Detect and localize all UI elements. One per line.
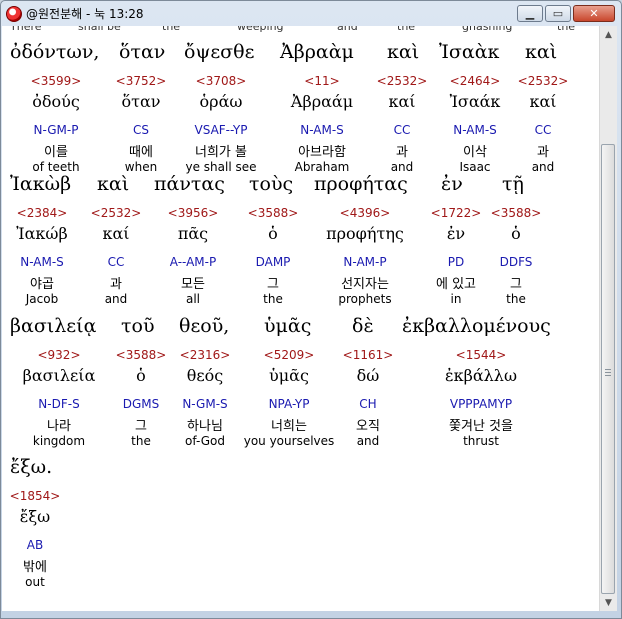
morphology-code[interactable]: VPPPAMYP — [421, 397, 541, 411]
lemma: ὁ — [511, 224, 521, 243]
korean-gloss: 그 — [510, 277, 522, 292]
morphology-code[interactable]: CH — [308, 397, 428, 411]
partial-english-gloss: the — [397, 26, 416, 33]
greek-text-word[interactable]: καὶ — [97, 173, 129, 195]
greek-text-word[interactable]: ὀδόντων, — [10, 41, 99, 63]
greek-text-word[interactable]: ὅταν — [119, 41, 165, 63]
english-gloss: thrust — [463, 434, 499, 448]
greek-text-word[interactable]: τοῦ — [121, 315, 155, 337]
greek-text-word[interactable]: Ἰακὼβ — [10, 173, 71, 195]
strong-number[interactable]: <1161> — [308, 348, 428, 362]
close-button[interactable]: ✕ — [573, 5, 615, 22]
maximize-icon: ▭ — [552, 7, 564, 20]
korean-gloss: 밖에 — [23, 560, 47, 575]
lemma: δώ — [356, 366, 380, 385]
greek-text-word[interactable]: πάντας — [154, 173, 225, 195]
scroll-up-arrow-icon[interactable]: ▲ — [600, 26, 617, 43]
strong-number[interactable]: <1854> — [2, 489, 95, 503]
korean-gloss: 쫓겨난 것을 — [449, 419, 513, 434]
strong-number[interactable]: <2532> — [483, 74, 599, 88]
partial-english-gloss: There — [10, 26, 42, 33]
scroll-thumb[interactable] — [601, 144, 615, 594]
morphology-code[interactable]: DDFS — [456, 255, 576, 269]
greek-text-word[interactable]: ὄψεσθε — [184, 41, 254, 63]
window-title: @원전분해 - 눅 13:28 — [26, 7, 144, 21]
maximize-button[interactable]: ▭ — [545, 5, 571, 22]
greek-text-word[interactable]: τῇ — [502, 173, 524, 195]
greek-text-word[interactable]: προφήτας — [314, 173, 408, 195]
korean-gloss: 오직 — [356, 419, 380, 434]
greek-text-word[interactable]: βασιλείᾳ — [10, 315, 96, 337]
greek-text-word[interactable]: ὑμᾶς — [264, 315, 311, 337]
greek-text-word[interactable]: δὲ — [352, 315, 374, 337]
english-gloss: and — [531, 160, 555, 174]
partial-english-gloss: shall be — [78, 26, 121, 33]
greek-text-word[interactable]: θεοῦ, — [179, 315, 229, 337]
greek-text-word[interactable]: ἔξω. — [10, 456, 52, 478]
close-icon: ✕ — [589, 7, 599, 20]
app-window: @원전분해 - 눅 13:28 ▁ ▭ ✕ There shall be the we… — [0, 0, 622, 619]
partial-english-gloss: weeping — [237, 26, 284, 33]
greek-text-word[interactable]: Ἰσαὰκ — [439, 41, 499, 63]
grip-icon — [605, 369, 611, 377]
lemma: καί — [529, 92, 557, 111]
partial-english-gloss: the — [162, 26, 181, 33]
greek-text-word[interactable]: καὶ — [387, 41, 419, 63]
app-icon — [6, 5, 22, 22]
strong-number[interactable]: <3588> — [456, 206, 576, 220]
greek-text-word[interactable]: ἐν — [441, 173, 463, 195]
english-gloss: and — [356, 434, 380, 448]
english-gloss: the — [506, 292, 526, 306]
minimize-button[interactable]: ▁ — [517, 5, 543, 22]
scroll-down-arrow-icon[interactable]: ▼ — [600, 594, 617, 611]
minimize-icon: ▁ — [525, 7, 535, 20]
morphology-code[interactable]: CC — [483, 123, 599, 137]
morphology-code[interactable]: AB — [2, 538, 95, 552]
title-bar[interactable]: @원전분해 - 눅 13:28 ▁ ▭ ✕ — [1, 1, 621, 26]
partial-english-gloss: gnashing — [462, 26, 513, 33]
partial-english-gloss: the — [557, 26, 576, 33]
strong-number[interactable]: <1544> — [421, 348, 541, 362]
lemma: ἔξω — [19, 507, 51, 526]
interlinear-view: There shall be the weeping and the gnashing the… — [2, 26, 599, 611]
greek-text-word[interactable]: ἐκβαλλομένους — [402, 315, 551, 337]
window-controls: ▁ ▭ ✕ — [517, 5, 615, 22]
lemma: ἐκβάλλω — [445, 366, 517, 385]
vertical-scrollbar[interactable]: ▲ ▼ — [599, 26, 617, 611]
partial-english-gloss: and — [337, 26, 358, 33]
greek-text-word[interactable]: καὶ — [525, 41, 557, 63]
greek-text-word[interactable]: τοὺς — [249, 173, 293, 195]
korean-gloss: 과 — [537, 145, 549, 160]
greek-text-word[interactable]: Ἀβραὰμ — [280, 41, 354, 63]
english-gloss: out — [25, 575, 45, 589]
